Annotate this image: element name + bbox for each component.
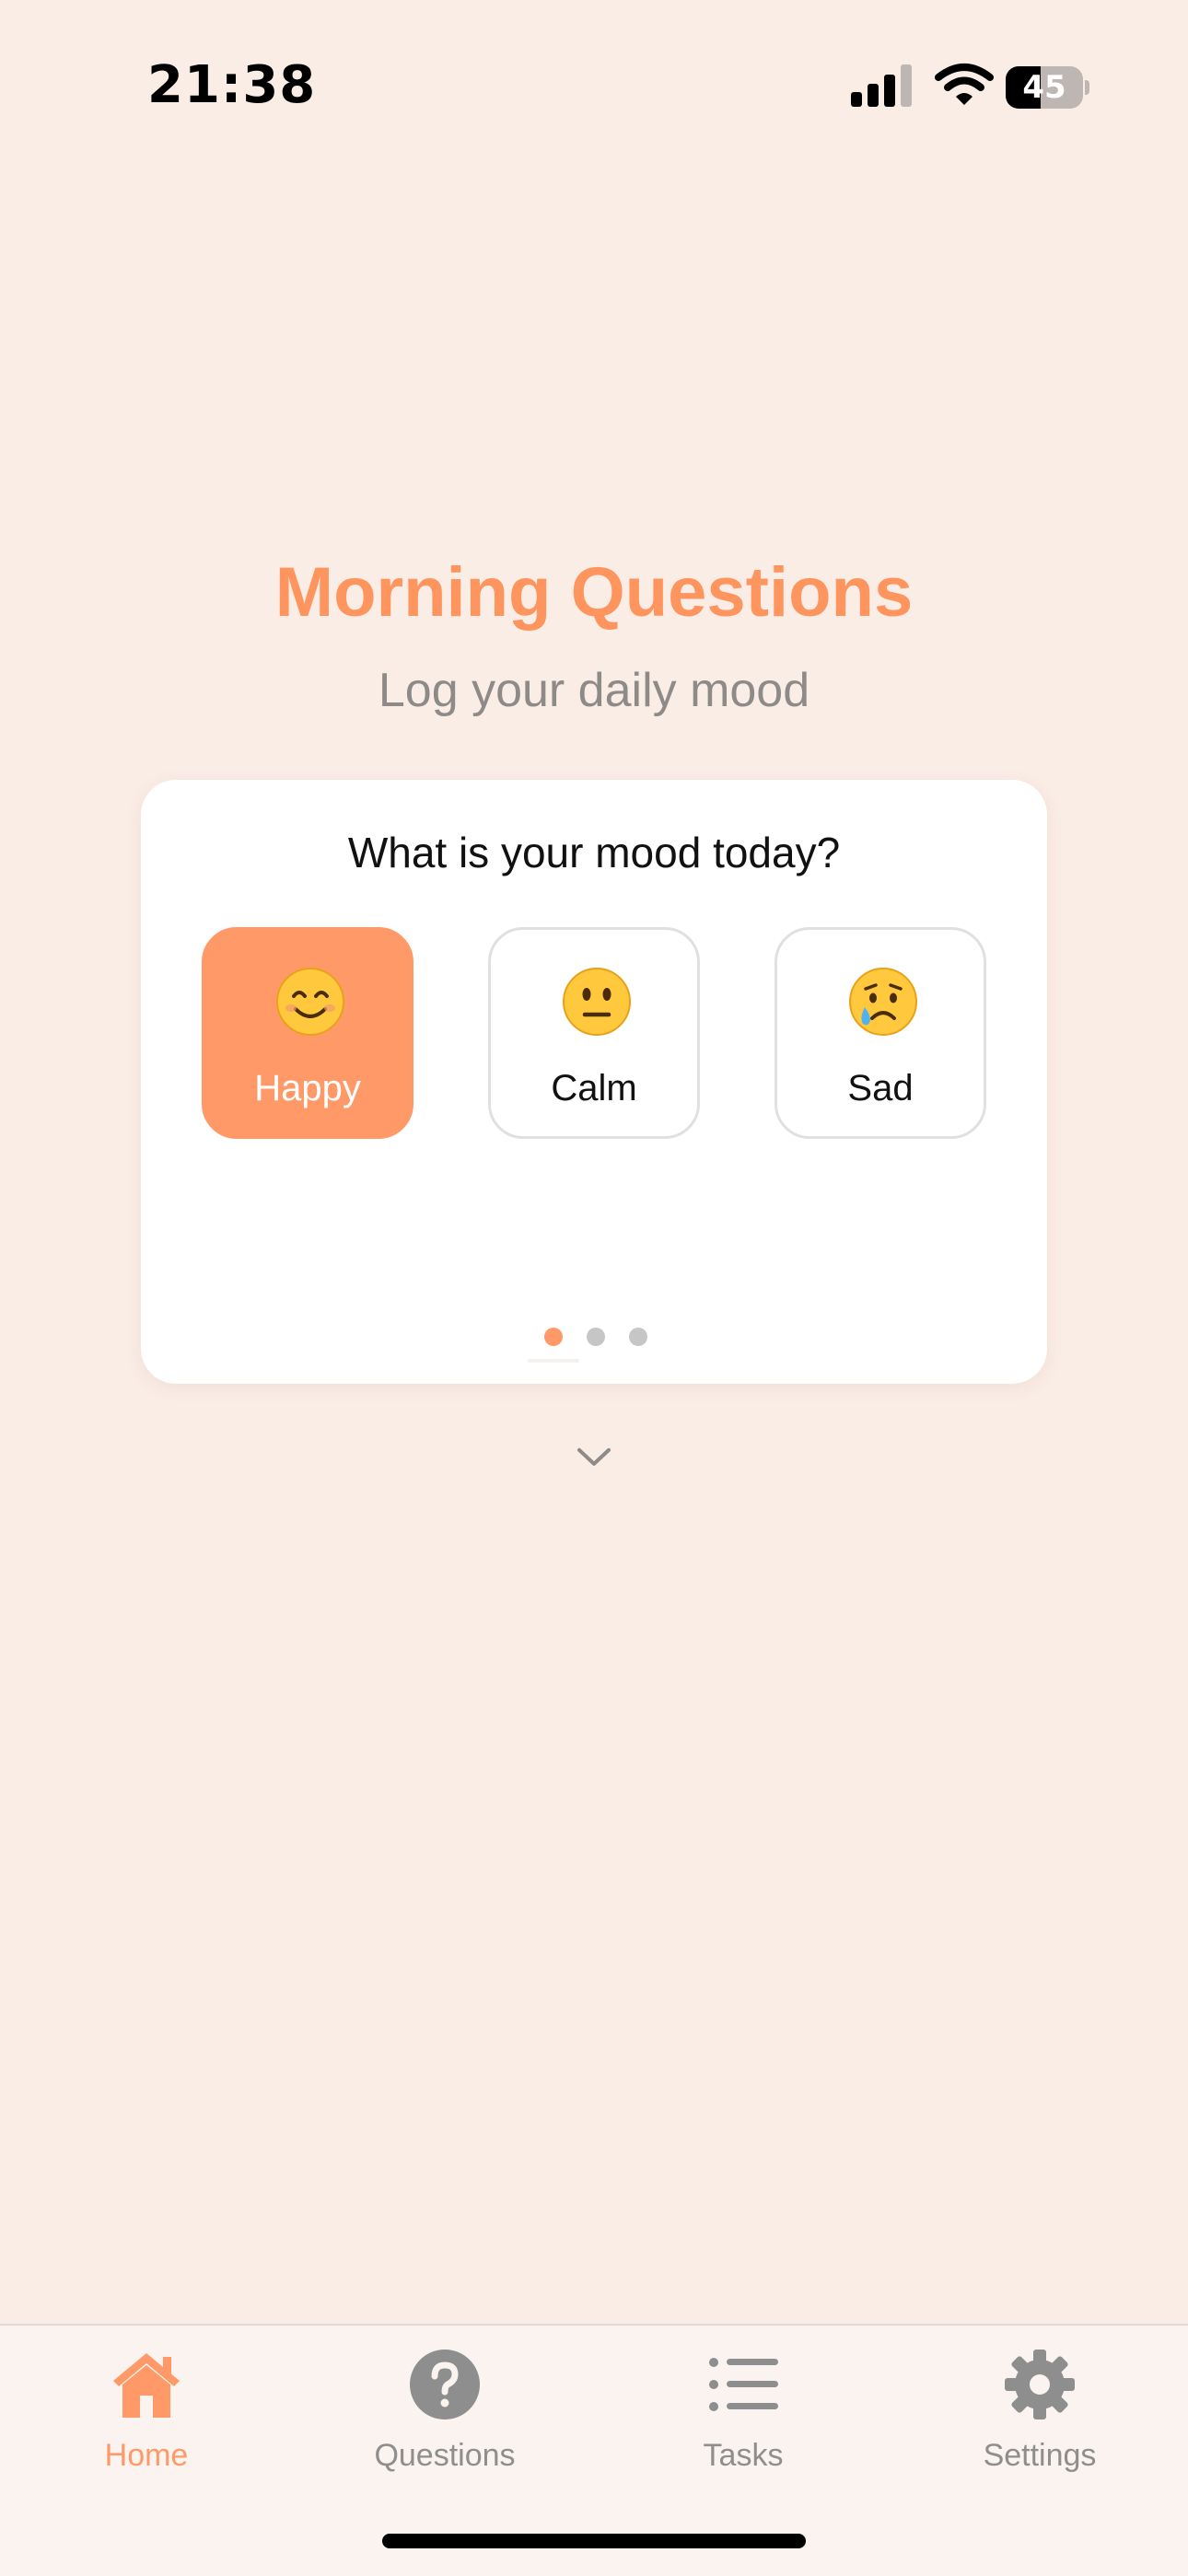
- neutral-face-emoji: [563, 968, 631, 1036]
- tab-label: Home: [104, 2438, 189, 2473]
- mood-label: Calm: [551, 1068, 637, 1108]
- page-dot[interactable]: [544, 1328, 563, 1346]
- status-icons: 45: [847, 63, 1096, 114]
- status-bar: 21:38 45: [0, 0, 1188, 175]
- page-indicator[interactable]: [141, 1328, 1047, 1363]
- mood-option-happy[interactable]: Happy: [202, 927, 413, 1139]
- status-time: 21:38: [147, 55, 317, 115]
- mood-label: Sad: [847, 1068, 914, 1108]
- page-dot[interactable]: [629, 1328, 647, 1346]
- battery-body: 45: [1006, 66, 1083, 109]
- gear-icon: [1005, 2350, 1075, 2419]
- page-dot[interactable]: [587, 1328, 605, 1346]
- smiling-face-emoji: [276, 968, 344, 1036]
- battery-icon: 45: [1006, 66, 1089, 109]
- mood-label: Happy: [254, 1068, 361, 1108]
- tab-settings[interactable]: Settings: [929, 2326, 1150, 2510]
- question-mark-icon: [410, 2350, 480, 2419]
- battery-cap: [1085, 80, 1089, 95]
- chevron-down-icon[interactable]: [576, 1445, 612, 1469]
- mood-card: What is your mood today? Happy Calm Sad: [141, 780, 1047, 1384]
- tab-questions[interactable]: Questions: [334, 2326, 555, 2510]
- signal-icon: [851, 64, 912, 107]
- battery-level: 45: [1022, 69, 1066, 106]
- tab-label: Tasks: [703, 2438, 784, 2473]
- page-subtitle: Log your daily mood: [378, 664, 810, 717]
- page-dot-underline: [528, 1359, 579, 1363]
- tab-label: Questions: [374, 2438, 516, 2473]
- list-icon: [709, 2358, 778, 2411]
- question-text: What is your mood today?: [347, 829, 841, 876]
- page-title: Morning Questions: [274, 553, 914, 632]
- tab-label: Settings: [983, 2438, 1097, 2473]
- home-indicator[interactable]: [382, 2534, 806, 2548]
- tab-tasks[interactable]: Tasks: [633, 2326, 854, 2510]
- tab-home[interactable]: Home: [36, 2326, 257, 2510]
- house-icon: [113, 2353, 180, 2418]
- crying-face-emoji: [849, 968, 917, 1036]
- mood-option-sad[interactable]: Sad: [775, 927, 986, 1139]
- wifi-icon: [935, 64, 994, 105]
- mood-option-calm[interactable]: Calm: [488, 927, 700, 1139]
